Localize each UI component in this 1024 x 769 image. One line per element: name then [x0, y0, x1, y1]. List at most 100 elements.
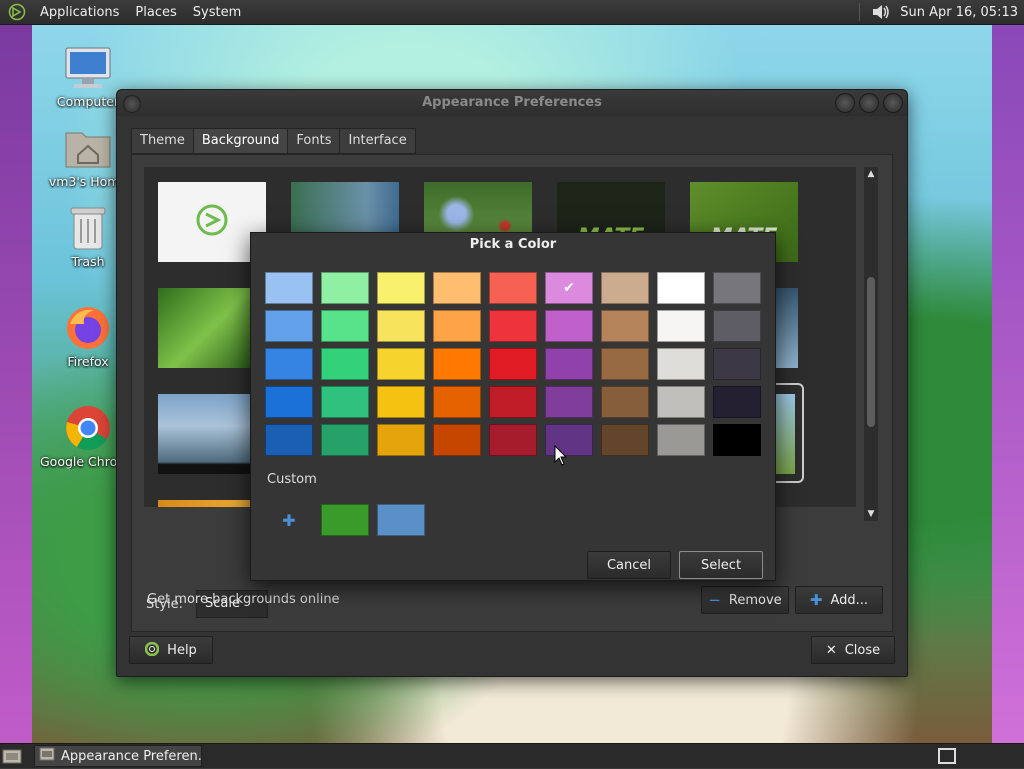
scroll-up-arrow-icon[interactable]: ▲ [866, 169, 876, 179]
mate-logo-icon[interactable] [8, 3, 26, 21]
color-swatch[interactable] [545, 424, 593, 456]
color-swatch[interactable]: ✔ [545, 272, 593, 304]
window-title: Appearance Preferences [422, 95, 602, 110]
color-swatch[interactable] [545, 348, 593, 380]
color-swatch[interactable] [601, 310, 649, 342]
color-swatch[interactable] [489, 272, 537, 304]
color-swatch[interactable] [713, 424, 761, 456]
color-swatch[interactable] [377, 424, 425, 456]
dialog-title: Pick a Color [469, 237, 557, 252]
color-swatch[interactable] [545, 310, 593, 342]
color-swatch[interactable] [713, 386, 761, 418]
add-button-label: Add... [830, 592, 869, 608]
plus-icon: ✚ [282, 510, 296, 530]
color-swatch[interactable] [433, 348, 481, 380]
custom-label: Custom [267, 472, 317, 487]
color-swatch[interactable] [265, 424, 313, 456]
cancel-button[interactable]: Cancel [587, 551, 671, 579]
window-close-button[interactable] [883, 93, 903, 113]
close-button-label: Close [844, 642, 881, 658]
tab-interface[interactable]: Interface [339, 128, 416, 154]
trash-icon [64, 204, 112, 252]
color-swatch[interactable] [377, 272, 425, 304]
places-menu[interactable]: Places [127, 0, 184, 25]
color-swatch[interactable] [321, 424, 369, 456]
color-swatch[interactable] [489, 310, 537, 342]
color-swatch[interactable] [657, 272, 705, 304]
clock[interactable]: Sun Apr 16, 05:13 [900, 5, 1024, 20]
volume-icon[interactable] [870, 2, 892, 22]
window-titlebar[interactable]: Appearance Preferences [117, 90, 907, 116]
scrollbar-thumb[interactable] [867, 277, 875, 427]
select-button[interactable]: Select [679, 551, 763, 579]
color-swatch[interactable] [321, 386, 369, 418]
color-swatch[interactable] [377, 386, 425, 418]
remove-button[interactable]: − Remove [701, 586, 789, 614]
firefox-icon [64, 304, 112, 352]
panel-separator [859, 3, 861, 21]
show-desktop-icon[interactable] [2, 747, 22, 765]
color-swatch[interactable] [601, 348, 649, 380]
scroll-down-arrow-icon[interactable]: ▼ [866, 509, 876, 519]
tab-bar: Theme Background Fonts Interface [131, 128, 416, 154]
color-swatch[interactable] [657, 310, 705, 342]
custom-color-swatch[interactable] [377, 504, 425, 536]
close-button[interactable]: ✕ Close [811, 636, 895, 664]
color-swatch[interactable] [601, 386, 649, 418]
top-panel: Applications Places System Sun Apr 16, 0… [0, 0, 1024, 25]
minus-icon: − [708, 590, 721, 609]
help-lifebuoy-icon [144, 641, 160, 659]
color-swatch[interactable] [265, 386, 313, 418]
plus-icon: ✚ [809, 590, 823, 609]
color-swatch[interactable] [265, 272, 313, 304]
color-swatch[interactable] [433, 310, 481, 342]
more-backgrounds-link[interactable]: Get more backgrounds online [147, 592, 340, 607]
color-swatch[interactable] [433, 424, 481, 456]
bottom-panel: Appearance Preferen... [0, 743, 1024, 768]
tab-fonts[interactable]: Fonts [287, 128, 341, 154]
color-swatch[interactable] [601, 424, 649, 456]
color-swatch[interactable] [321, 272, 369, 304]
home-folder-icon [64, 124, 112, 172]
workspace-switcher[interactable] [938, 748, 956, 764]
color-swatch[interactable] [489, 424, 537, 456]
custom-color-swatch[interactable] [321, 504, 369, 536]
color-swatch[interactable] [713, 310, 761, 342]
tab-background[interactable]: Background [192, 128, 289, 154]
color-swatch[interactable] [489, 348, 537, 380]
add-button[interactable]: ✚ Add... [795, 586, 883, 614]
computer-icon [64, 44, 112, 92]
applications-menu[interactable]: Applications [32, 0, 127, 25]
color-swatch[interactable] [545, 386, 593, 418]
add-custom-color-button[interactable]: ✚ [265, 504, 313, 536]
maximize-button[interactable] [859, 93, 879, 113]
color-swatch[interactable] [377, 348, 425, 380]
color-swatch[interactable] [321, 310, 369, 342]
color-swatch[interactable] [657, 424, 705, 456]
thumbnail-scrollbar[interactable]: ▲ ▼ [864, 167, 878, 521]
taskbar-item-label: Appearance Preferen... [61, 748, 202, 764]
tab-theme[interactable]: Theme [131, 128, 194, 154]
color-swatch[interactable] [489, 386, 537, 418]
color-swatch[interactable] [713, 272, 761, 304]
chrome-icon [64, 404, 112, 452]
color-swatch[interactable] [657, 348, 705, 380]
system-menu[interactable]: System [185, 0, 249, 25]
help-button-label: Help [167, 642, 197, 658]
mouse-pointer-icon [554, 444, 568, 467]
color-swatch[interactable] [321, 348, 369, 380]
pick-a-color-dialog: Pick a Color ✔ Custom ✚ Cancel Select [250, 232, 776, 581]
color-swatch[interactable] [601, 272, 649, 304]
color-swatch[interactable] [433, 272, 481, 304]
minimize-button[interactable] [835, 93, 855, 113]
color-swatch[interactable] [265, 310, 313, 342]
color-swatch[interactable] [265, 348, 313, 380]
color-swatch[interactable] [433, 386, 481, 418]
help-button[interactable]: Help [129, 636, 213, 664]
color-swatch[interactable] [377, 310, 425, 342]
remove-button-label: Remove [728, 592, 782, 608]
taskbar-item-appearance[interactable]: Appearance Preferen... [34, 745, 202, 767]
close-icon: ✕ [825, 642, 837, 658]
color-swatch[interactable] [713, 348, 761, 380]
color-swatch[interactable] [657, 386, 705, 418]
